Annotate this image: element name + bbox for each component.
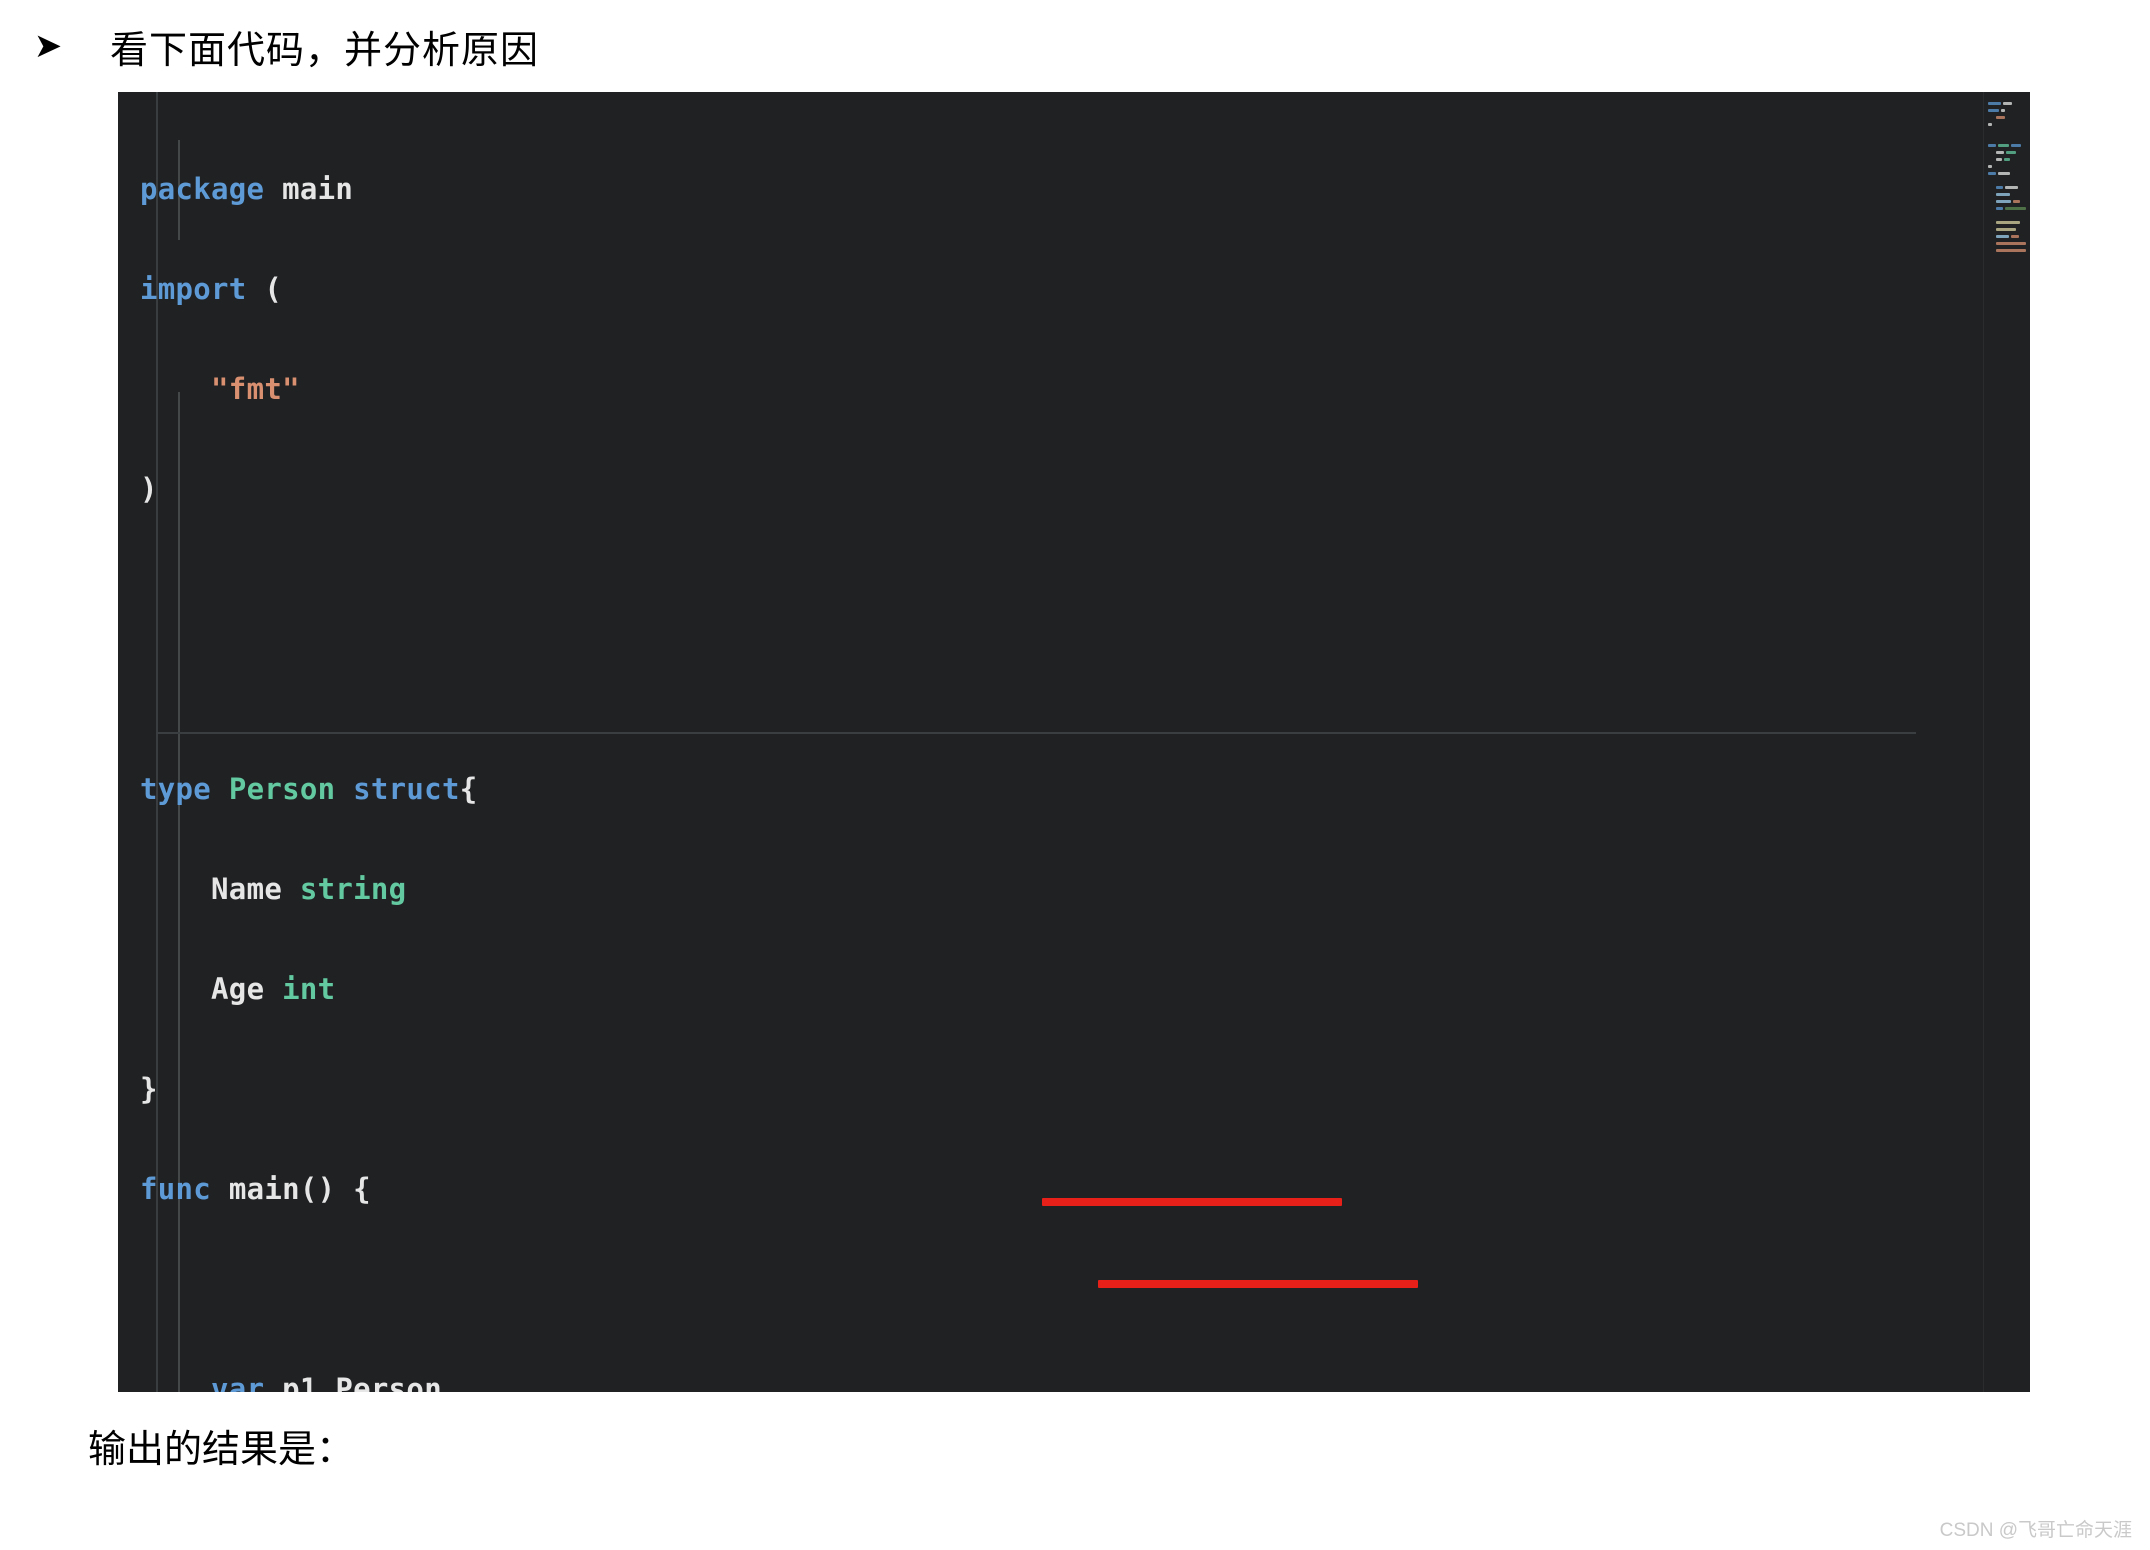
token-function-name: main (228, 1172, 300, 1206)
minimap-row (1988, 200, 2026, 205)
token-type: string (299, 872, 407, 906)
token-string: "fmt" (211, 372, 300, 406)
token-keyword: package (140, 172, 265, 206)
code-line: Name string (140, 864, 2030, 914)
token-variable: p1 (282, 1372, 318, 1392)
code-line: package main (140, 164, 2030, 214)
csdn-watermark: CSDN @飞哥亡命天涯 (1939, 1520, 2132, 1541)
minimap-row (1988, 172, 2026, 177)
slide-heading: ➤ 看下面代码，并分析原因 (0, 0, 2150, 92)
token-keyword: var (211, 1372, 265, 1392)
page-title: 看下面代码，并分析原因 (110, 29, 540, 72)
code-line: import ( (140, 264, 2030, 314)
minimap-row (1988, 242, 2026, 247)
annotation-underline-first (1042, 1198, 1342, 1206)
minimap-row (1988, 130, 2026, 135)
minimap-row (1988, 186, 2026, 191)
minimap-row (1988, 144, 2026, 149)
minimap-row (1988, 249, 2026, 254)
bullet-arrow-icon: ➤ (33, 26, 63, 66)
minimap-row (1988, 102, 2026, 107)
minimap-row (1988, 214, 2026, 219)
minimap-row (1988, 228, 2026, 233)
code-line: ) (140, 464, 2030, 514)
code-line: } (140, 1064, 2030, 1114)
minimap-row (1988, 179, 2026, 184)
minimap-row (1988, 116, 2026, 121)
code-line: type Person struct{ (140, 764, 2030, 814)
minimap-row (1988, 109, 2026, 114)
token-type-ref: Person (335, 1372, 442, 1392)
minimap-row (1988, 193, 2026, 198)
token-keyword: type (140, 772, 212, 806)
token-type: Person (228, 772, 336, 806)
minimap-row (1988, 151, 2026, 156)
token-punct: () { (299, 1172, 371, 1206)
minimap-row (1988, 137, 2026, 142)
token-punct: } (140, 1072, 158, 1106)
output-caption: 输出的结果是： (88, 1429, 355, 1471)
token-keyword: import (140, 272, 247, 306)
token-punct: ( (264, 272, 283, 306)
minimap-row (1988, 221, 2026, 226)
minimap-row (1988, 123, 2026, 128)
editor-minimap[interactable] (1983, 92, 2030, 1392)
code-editor-panel: package main import ( "fmt" ) type Perso… (118, 92, 2030, 1392)
token-field-name: Name (211, 872, 283, 906)
annotation-underline-second (1098, 1280, 1418, 1288)
token-punct: { (459, 772, 478, 806)
minimap-row (1988, 207, 2026, 212)
token-field-name: Age (211, 972, 265, 1006)
code-line: "fmt" (140, 364, 2030, 414)
token-keyword: func (140, 1172, 212, 1206)
minimap-row (1988, 158, 2026, 163)
token-keyword: struct (353, 772, 460, 806)
token-identifier: main (282, 172, 354, 206)
code-line: var p1 Person (140, 1364, 2030, 1392)
code-line: func main() { (140, 1164, 2030, 1214)
minimap-row (1988, 165, 2026, 170)
minimap-row (1988, 235, 2026, 240)
code-line: Age int (140, 964, 2030, 1014)
token-type: int (282, 972, 336, 1006)
token-punct: ) (140, 472, 158, 506)
minimap-content (1988, 102, 2026, 256)
